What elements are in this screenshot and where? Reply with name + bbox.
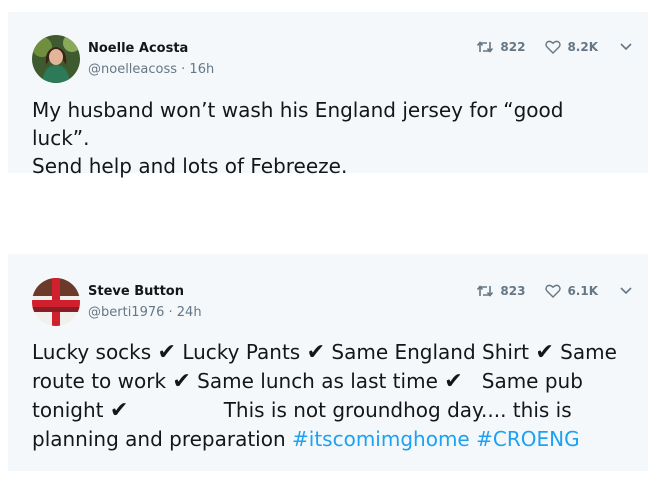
check-mark: ✔ xyxy=(306,340,326,365)
tweet-card: Noelle Acosta @noelleacoss · 16h 822 8.2… xyxy=(8,12,648,178)
avatar[interactable] xyxy=(32,278,80,326)
check-mark: ✔ xyxy=(172,369,191,394)
check-mark: ✔ xyxy=(535,340,554,365)
avatar-photo xyxy=(32,278,80,326)
retweet-button[interactable]: 823 xyxy=(476,284,525,298)
hashtag-link[interactable]: #itscomimghome xyxy=(292,427,470,451)
text-segment: Lucky socks xyxy=(32,340,158,364)
retweet-count: 823 xyxy=(500,284,526,298)
like-button[interactable]: 8.2K xyxy=(545,40,598,54)
retweet-count: 822 xyxy=(500,40,526,54)
check-mark: ✔ xyxy=(444,369,463,394)
check-mark: ✔ xyxy=(157,340,176,365)
tweet-text: My husband won’t wash his England jersey… xyxy=(32,96,618,180)
tweet-stats: 823 6.1K xyxy=(456,284,632,298)
like-count: 6.1K xyxy=(567,284,598,298)
retweet-icon xyxy=(477,285,494,297)
author-name[interactable]: Steve Button xyxy=(88,284,184,299)
heart-icon xyxy=(545,40,562,54)
tweet-text: Lucky socks ✔ Lucky Pants ✔ Same England… xyxy=(32,338,618,453)
chevron-down-icon[interactable] xyxy=(620,287,632,295)
tweet-text-line: My husband won’t wash his England jersey… xyxy=(32,98,564,150)
text-segment: Same England Shirt xyxy=(325,340,536,364)
hashtag-link[interactable]: #CROENG xyxy=(476,427,579,451)
tweet-card: Steve Button @berti1976 · 24h 823 6.1K L… xyxy=(8,254,648,471)
retweet-icon xyxy=(477,41,494,53)
text-segment: Lucky Pants xyxy=(175,340,307,364)
chevron-down-icon[interactable] xyxy=(620,43,632,51)
check-mark: ✔ xyxy=(109,398,129,423)
retweet-button[interactable]: 822 xyxy=(476,40,525,54)
like-button[interactable]: 6.1K xyxy=(545,284,598,298)
heart-icon xyxy=(545,284,562,298)
author-name[interactable]: Noelle Acosta xyxy=(88,41,188,56)
like-count: 8.2K xyxy=(567,40,598,54)
author-handle-time[interactable]: @berti1976 · 24h xyxy=(88,305,202,320)
avatar-photo xyxy=(32,35,80,83)
text-segment: Same lunch as last time xyxy=(190,369,445,393)
tweet-text-line: Send help and lots of Febreeze. xyxy=(32,154,348,178)
tweet-stats: 822 8.2K xyxy=(456,40,632,54)
author-handle-time[interactable]: @noelleacoss · 16h xyxy=(88,62,214,77)
avatar[interactable] xyxy=(32,35,80,83)
